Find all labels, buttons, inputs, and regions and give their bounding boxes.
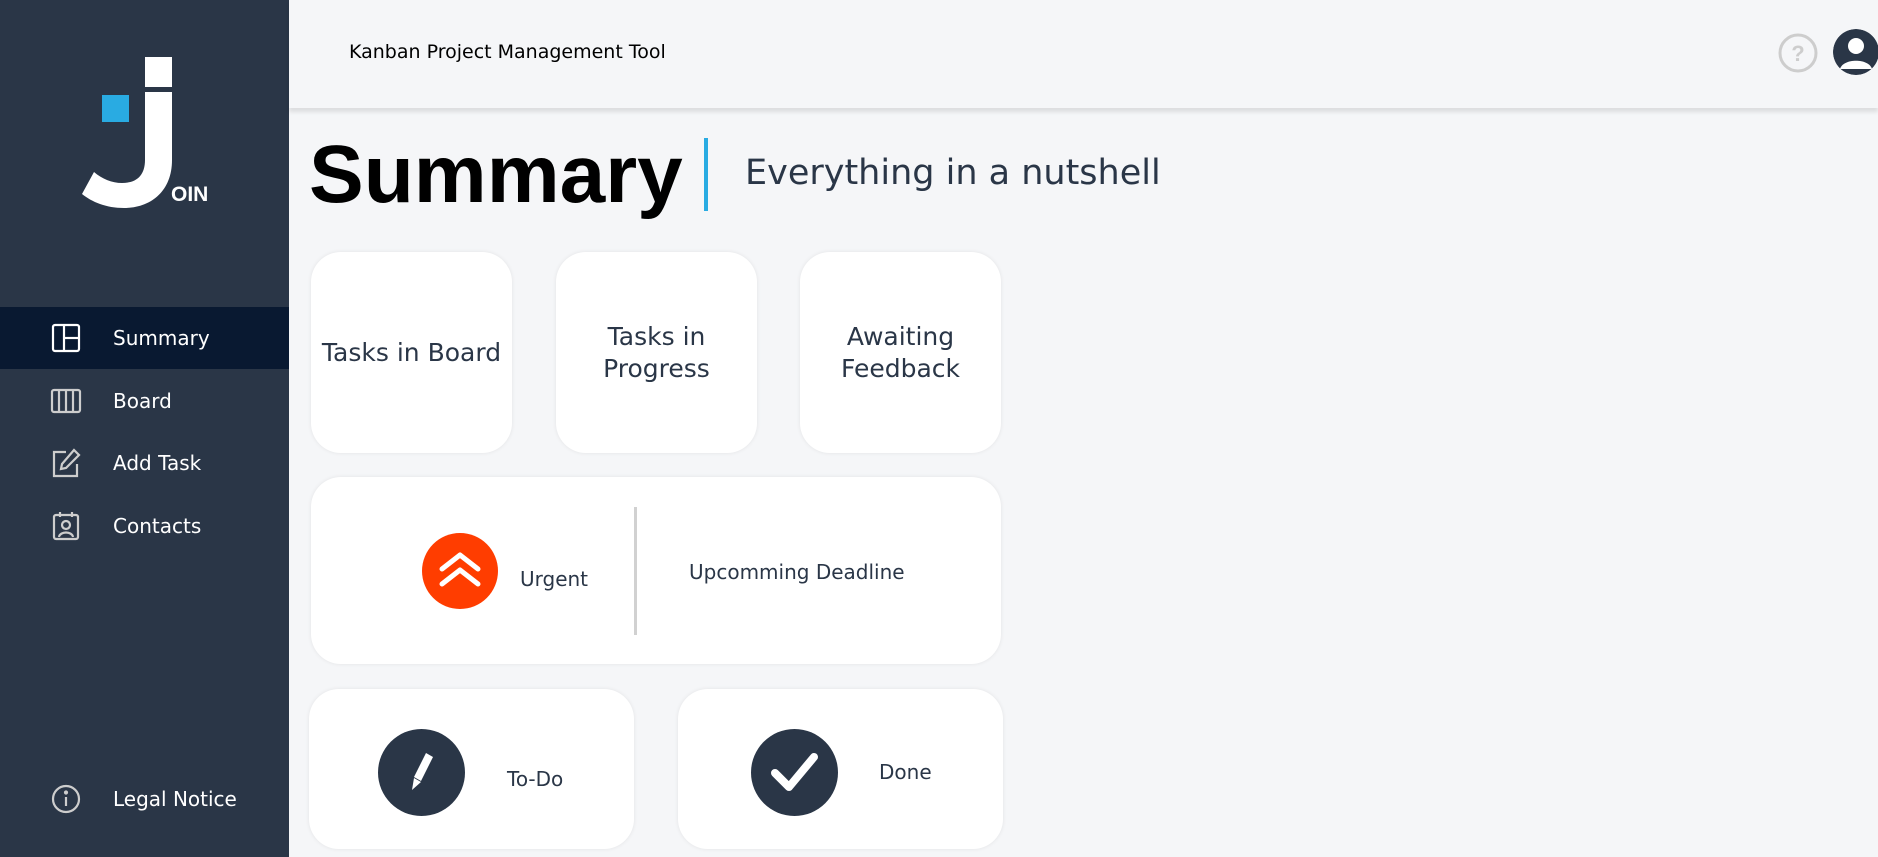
sidebar-item-summary[interactable]: Summary (0, 307, 289, 369)
tasks-in-progress-card[interactable]: Tasks in Progress (556, 252, 757, 453)
todo-label: To-Do (507, 767, 564, 791)
sidebar-item-legal-notice[interactable]: Legal Notice (0, 768, 289, 830)
tasks-in-board-card[interactable]: Tasks in Board (311, 252, 512, 453)
header: Kanban Project Management Tool ? (289, 0, 1878, 108)
summary-icon (48, 320, 84, 356)
sidebar-item-label: Add Task (113, 451, 202, 475)
page-title: Summary (309, 129, 683, 220)
card-label: Tasks in Board (321, 337, 502, 367)
avatar[interactable] (1833, 29, 1878, 75)
done-label: Done (879, 760, 932, 784)
sidebar-item-label: Contacts (113, 514, 202, 538)
help-icon[interactable]: ? (1777, 32, 1819, 74)
sidebar-item-board[interactable]: Board (0, 370, 289, 432)
sidebar-item-label: Legal Notice (113, 787, 237, 811)
sidebar-item-label: Summary (113, 326, 210, 350)
checkmark-icon (751, 729, 838, 816)
contacts-icon (48, 508, 84, 544)
info-icon (48, 781, 84, 817)
app-title: Kanban Project Management Tool (349, 41, 666, 63)
board-icon (48, 383, 84, 419)
card-label: Tasks in Progress (603, 321, 710, 383)
page-subtitle: Everything in a nutshell (745, 153, 1161, 193)
pencil-icon (378, 729, 465, 816)
urgent-icon (422, 533, 498, 609)
title-divider (704, 138, 708, 211)
logo-text: OIN (171, 183, 209, 206)
urgent-card[interactable]: Urgent Upcomming Deadline (311, 477, 1001, 664)
add-task-icon (48, 445, 84, 481)
upcoming-deadline-label: Upcomming Deadline (689, 560, 905, 584)
sidebar-item-contacts[interactable]: Contacts (0, 495, 289, 557)
urgent-label: Urgent (520, 567, 589, 591)
card-label: Awaiting Feedback (840, 321, 961, 383)
todo-card[interactable]: To-Do (309, 689, 634, 849)
awaiting-feedback-card[interactable]: Awaiting Feedback (800, 252, 1001, 453)
done-card[interactable]: Done (678, 689, 1003, 849)
svg-text:?: ? (1791, 41, 1804, 66)
sidebar-item-label: Board (113, 389, 172, 413)
sidebar-item-add-task[interactable]: Add Task (0, 432, 289, 494)
urgent-divider (634, 507, 637, 635)
sidebar: OIN Summary Board Add Task Contacts Lega… (0, 0, 289, 857)
